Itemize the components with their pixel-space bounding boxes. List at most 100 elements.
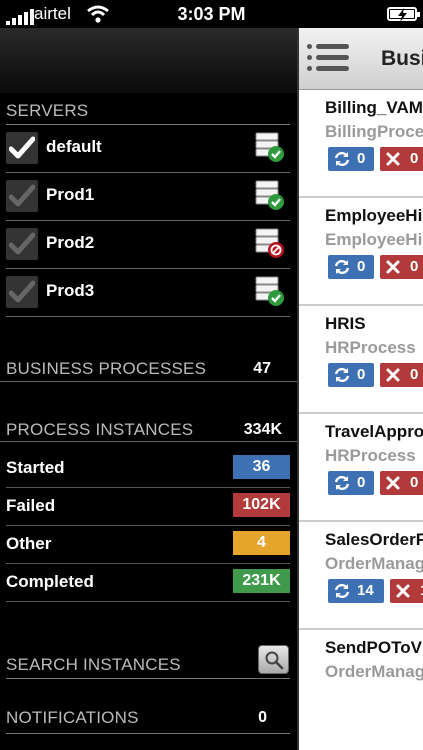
stat-count-badge: 231K xyxy=(233,569,290,593)
server-online-icon xyxy=(255,180,284,210)
business-processes-panel: Busi Billing_VAM BillingProce 0 0 Employ… xyxy=(297,28,423,750)
server-row-prod1[interactable]: Prod1 xyxy=(6,174,290,221)
stat-count-badge: 36 xyxy=(233,455,290,479)
stat-row-other[interactable]: Other 4 xyxy=(6,526,290,564)
menu-toggle-button[interactable] xyxy=(307,42,351,76)
divider xyxy=(6,124,290,125)
server-online-icon xyxy=(255,132,284,162)
process-name: HRIS xyxy=(325,314,366,333)
server-name: default xyxy=(46,137,102,156)
process-item[interactable]: SalesOrderF OrderManag 14 1 xyxy=(299,522,423,630)
server-row-default[interactable]: default xyxy=(6,126,290,173)
checkbox[interactable] xyxy=(6,276,38,308)
process-item[interactable]: Billing_VAM BillingProce 0 0 xyxy=(299,90,423,198)
checkbox[interactable] xyxy=(6,132,38,164)
running-count: 0 xyxy=(357,474,366,491)
divider xyxy=(6,733,290,734)
running-count-badge: 14 xyxy=(328,579,384,603)
running-count: 0 xyxy=(357,366,366,383)
running-count-badge: 0 xyxy=(328,363,374,387)
failed-count: 0 xyxy=(410,258,419,275)
checkmark-icon xyxy=(9,136,35,159)
close-icon xyxy=(386,260,400,274)
stat-count-badge: 102K xyxy=(233,493,290,517)
running-count-badge: 0 xyxy=(328,147,374,171)
failed-count-badge: 0 xyxy=(380,471,423,495)
process-item[interactable]: TravelAppro HRProcess 0 0 xyxy=(299,414,423,522)
running-count: 14 xyxy=(357,582,374,599)
checkmark-icon xyxy=(9,184,35,207)
divider xyxy=(0,441,297,442)
process-type: EmployeeHi xyxy=(325,230,423,249)
failed-count-badge: 1 xyxy=(390,579,423,603)
checkbox[interactable] xyxy=(6,180,38,212)
close-icon xyxy=(386,476,400,490)
divider xyxy=(6,678,290,679)
server-name: Prod3 xyxy=(46,281,95,300)
status-time: 3:03 PM xyxy=(177,4,246,24)
server-row-prod2[interactable]: Prod2 xyxy=(6,222,290,269)
stat-row-completed[interactable]: Completed 231K xyxy=(6,564,290,602)
failed-count: 0 xyxy=(410,366,419,383)
close-icon xyxy=(386,152,400,166)
refresh-icon xyxy=(334,583,350,599)
notifications-count: 0 xyxy=(258,709,267,726)
process-type: OrderManag xyxy=(325,554,423,573)
process-name: SalesOrderF xyxy=(325,530,423,549)
side-menu: SERVERS default Prod1 Prod2 Prod3 BUSINE… xyxy=(0,28,297,750)
status-bar: airtel 3:03 PM xyxy=(0,0,423,28)
server-offline-icon xyxy=(255,228,284,258)
stat-row-started[interactable]: Started 36 xyxy=(6,450,290,488)
refresh-icon xyxy=(334,151,350,167)
process-name: TravelAppro xyxy=(325,422,423,441)
panel-header: Busi xyxy=(299,28,423,90)
running-count: 0 xyxy=(357,150,366,167)
failed-count-badge: 0 xyxy=(380,147,423,171)
failed-count-badge: 0 xyxy=(380,363,423,387)
failed-count: 0 xyxy=(410,150,419,167)
checkmark-icon xyxy=(9,280,35,303)
stat-label: Other xyxy=(6,534,52,553)
process-item[interactable]: HRIS HRProcess 0 0 xyxy=(299,306,423,414)
search-button[interactable] xyxy=(258,645,289,674)
process-type: HRProcess xyxy=(325,446,416,465)
failed-count: 0 xyxy=(410,474,419,491)
process-type: BillingProce xyxy=(325,122,423,141)
running-count-badge: 0 xyxy=(328,255,374,279)
process-type: OrderManag xyxy=(325,662,423,681)
server-name: Prod2 xyxy=(46,233,95,252)
business-processes-link[interactable]: BUSINESS PROCESSES xyxy=(6,359,290,379)
server-row-prod3[interactable]: Prod3 xyxy=(6,270,290,317)
servers-heading: SERVERS xyxy=(6,101,89,120)
process-item[interactable]: EmployeeHi EmployeeHi 0 0 xyxy=(299,198,423,306)
stat-count-badge: 4 xyxy=(233,531,290,555)
stat-row-failed[interactable]: Failed 102K xyxy=(6,488,290,526)
process-type: HRProcess xyxy=(325,338,416,357)
process-instances-count: 334K xyxy=(243,421,282,438)
running-count-badge: 0 xyxy=(328,471,374,495)
close-icon xyxy=(386,368,400,382)
notifications-link[interactable]: NOTIFICATIONS xyxy=(6,708,290,728)
search-icon xyxy=(265,651,284,670)
divider xyxy=(0,381,297,382)
close-icon xyxy=(396,584,410,598)
checkbox[interactable] xyxy=(6,228,38,260)
process-name: EmployeeHi xyxy=(325,206,423,225)
server-name: Prod1 xyxy=(46,185,95,204)
refresh-icon xyxy=(334,475,350,491)
battery-charging-icon xyxy=(387,7,420,22)
running-count: 0 xyxy=(357,258,366,275)
failed-count-badge: 0 xyxy=(380,255,423,279)
page-title: Busi xyxy=(381,47,423,70)
server-online-icon xyxy=(255,276,284,306)
stat-label: Started xyxy=(6,458,65,477)
stat-label: Failed xyxy=(6,496,56,515)
process-item[interactable]: SendPOToV OrderManag xyxy=(299,630,423,750)
stat-label: Completed xyxy=(6,572,94,591)
search-instances-label: SEARCH INSTANCES xyxy=(6,655,181,674)
refresh-icon xyxy=(334,259,350,275)
process-name: Billing_VAM xyxy=(325,98,423,117)
process-name: SendPOToV xyxy=(325,638,422,657)
business-processes-count: 47 xyxy=(253,360,271,377)
checkmark-icon xyxy=(9,232,35,255)
